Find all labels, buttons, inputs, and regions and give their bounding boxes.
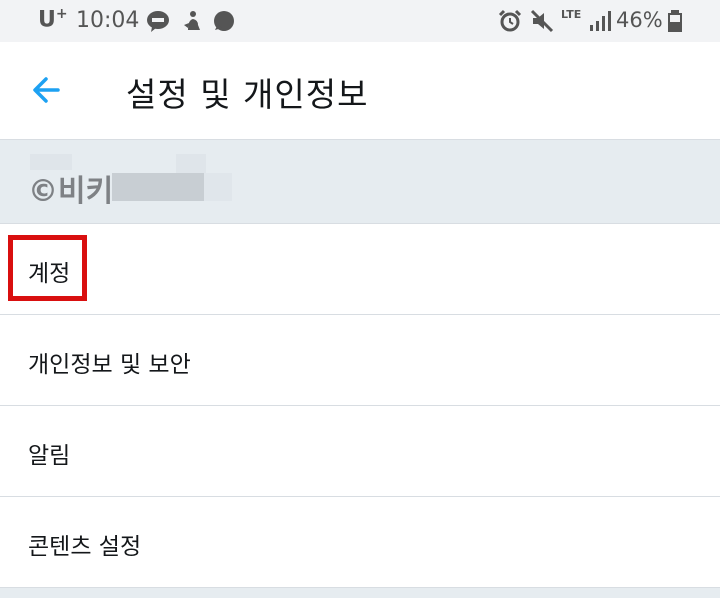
menu-item-label: 콘텐츠 설정 <box>28 534 142 560</box>
menu-item-label: 알림 <box>28 443 71 469</box>
chat-bubble-icon <box>214 11 234 31</box>
carrier-label: U+ <box>38 6 68 32</box>
person-icon <box>184 11 200 30</box>
back-button[interactable] <box>28 70 72 110</box>
watermark: ©비키 <box>28 174 114 209</box>
battery-percent: 46% <box>616 8 663 32</box>
app-bar: 설정 및 개인정보 <box>0 42 720 140</box>
account-header: ©비키 <box>0 140 720 224</box>
network-label: LTE <box>561 8 582 21</box>
alarm-icon <box>498 9 522 32</box>
status-time: 10:04 <box>76 8 140 33</box>
menu-item-account[interactable]: 계정 <box>0 224 720 315</box>
mute-icon <box>530 9 554 33</box>
signal-icon <box>590 11 611 31</box>
highlight-box <box>8 235 87 301</box>
menu-item-label: 개인정보 및 보안 <box>28 352 191 378</box>
bottom-section-band <box>0 588 720 598</box>
carrier-text: U <box>38 7 56 33</box>
talk-icon <box>147 11 169 32</box>
menu-item-notifications[interactable]: 알림 <box>0 406 720 497</box>
status-bar: U+ 10:04 LTE 46% <box>0 0 720 42</box>
menu-item-content-settings[interactable]: 콘텐츠 설정 <box>0 497 720 588</box>
carrier-sup: + <box>55 6 68 22</box>
page-title: 설정 및 개인정보 <box>126 75 369 114</box>
menu-item-privacy-security[interactable]: 개인정보 및 보안 <box>0 315 720 406</box>
blurred-username-patch <box>204 173 232 201</box>
battery-icon <box>668 10 682 32</box>
arrow-left-icon <box>33 77 60 103</box>
blurred-username-patch <box>112 173 204 201</box>
